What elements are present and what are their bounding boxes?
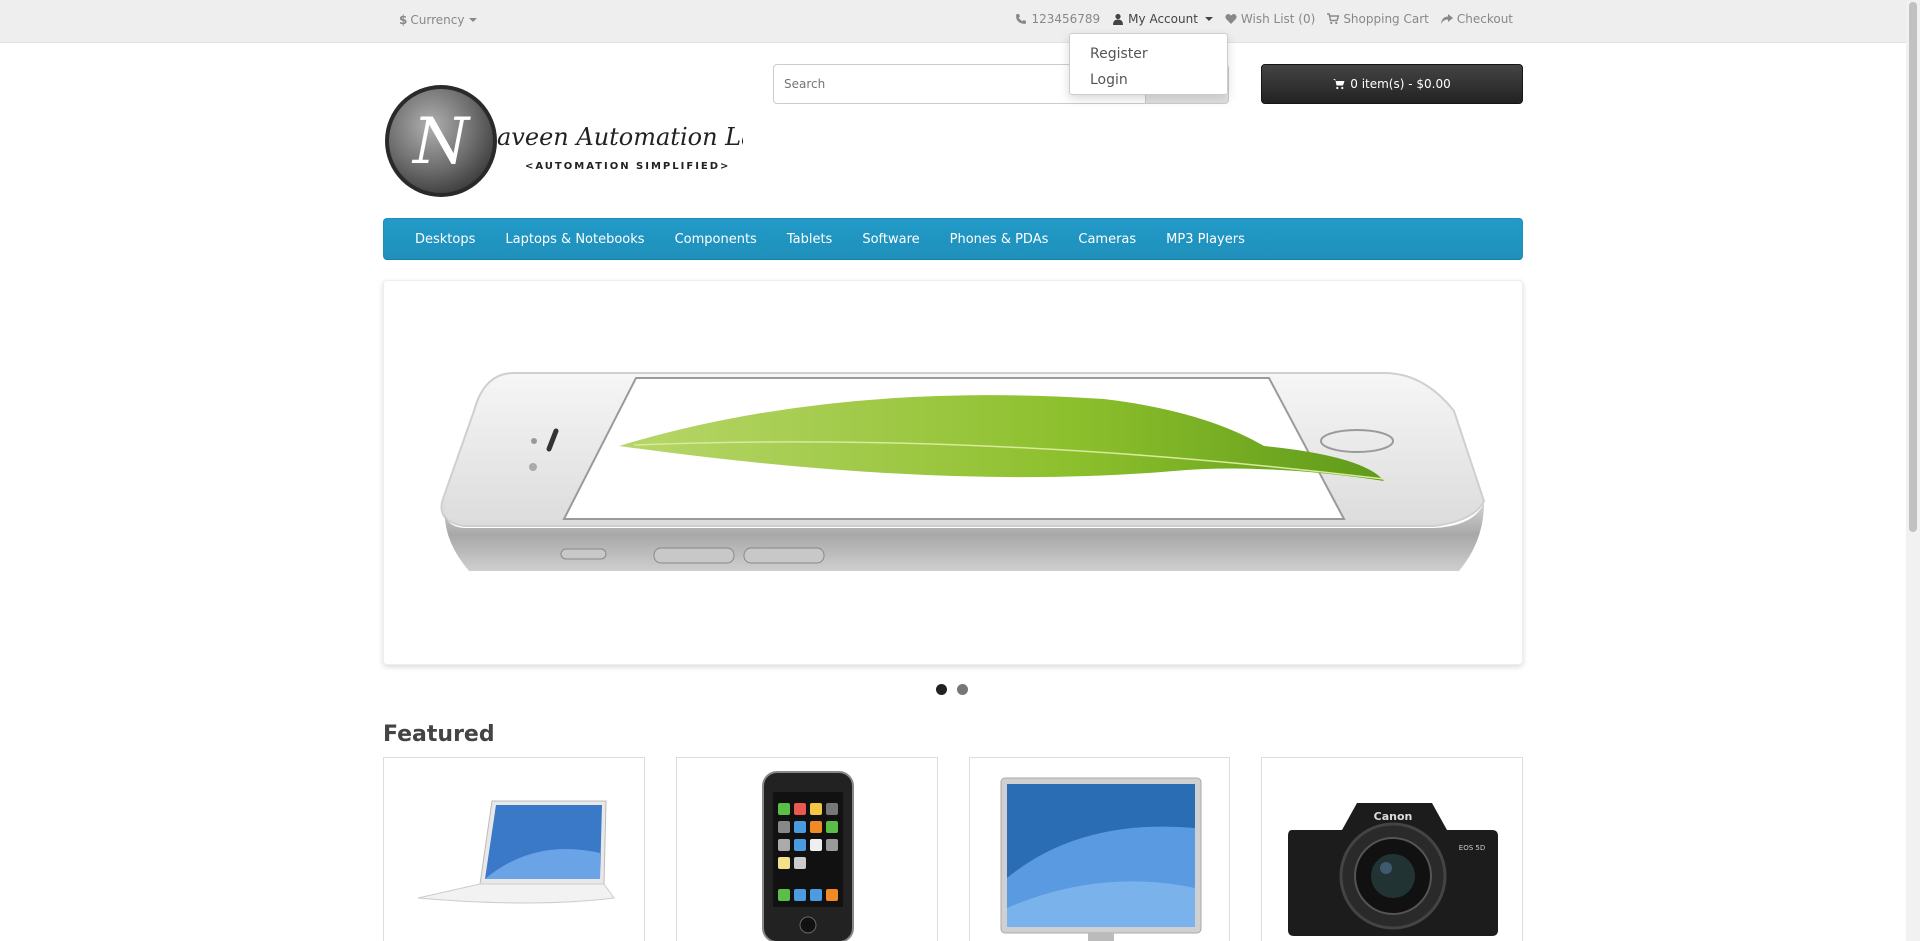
currency-dropdown[interactable]: $ Currency (399, 13, 478, 27)
chevron-down-icon (469, 18, 478, 22)
scrollbar-thumb[interactable] (1909, 2, 1917, 532)
menu-item-desktops[interactable]: Desktops (400, 232, 490, 247)
my-account-link[interactable]: My Account (1112, 12, 1213, 26)
register-link[interactable]: Register (1070, 41, 1227, 67)
chevron-down-icon (1204, 17, 1213, 21)
cart-icon (1327, 13, 1340, 25)
wish-list-label: Wish List (0) (1240, 12, 1316, 26)
camera-model-text: EOS 5D (1459, 844, 1485, 852)
menu-item-tablets[interactable]: Tablets (772, 232, 848, 247)
logo-tagline: <AUTOMATION SIMPLIFIED> (525, 161, 730, 172)
checkout-label: Checkout (1456, 12, 1513, 26)
top-bar: $ Currency 123456789 My Account Wish Lis… (0, 0, 1906, 43)
cart-icon (1333, 79, 1345, 90)
featured-heading: Featured (383, 722, 495, 747)
currency-symbol: $ (399, 13, 408, 27)
shopping-cart-link[interactable]: Shopping Cart (1327, 12, 1429, 26)
phone-link[interactable]: 123456789 (1015, 12, 1100, 26)
featured-products: Canon EOS 5D (383, 757, 1523, 941)
product-card-monitor[interactable] (968, 757, 1231, 941)
iphone-slide-image (440, 372, 1486, 571)
product-card-camera[interactable]: Canon EOS 5D (1261, 757, 1523, 941)
monitor-image (1000, 777, 1201, 941)
menu-item-components[interactable]: Components (660, 232, 772, 247)
slideshow-pagination (936, 684, 968, 695)
menu-item-phones[interactable]: Phones & PDAs (935, 232, 1064, 247)
share-icon (1440, 14, 1453, 24)
category-menu: Desktops Laptops & Notebooks Components … (383, 218, 1523, 260)
camera-brand-text: Canon (1374, 810, 1413, 823)
top-links: 123456789 My Account Wish List (0) Shopp… (1015, 12, 1513, 26)
menu-item-laptops[interactable]: Laptops & Notebooks (490, 232, 659, 247)
product-card-phone[interactable] (675, 757, 938, 941)
phone-image (761, 771, 854, 941)
page-scrollbar[interactable] (1906, 0, 1920, 941)
menu-item-software[interactable]: Software (847, 232, 934, 247)
heart-icon (1225, 14, 1237, 24)
checkout-link[interactable]: Checkout (1440, 12, 1513, 26)
laptop-image (417, 800, 615, 904)
camera-image: Canon EOS 5D (1288, 803, 1499, 936)
site-logo[interactable]: N aveen Automation Labs <AUTOMATION SIMP… (383, 83, 783, 200)
login-link[interactable]: Login (1070, 67, 1227, 93)
currency-label: Currency (410, 13, 465, 27)
account-dropdown-menu: Register Login (1069, 33, 1228, 95)
shopping-cart-label: Shopping Cart (1343, 12, 1429, 26)
cart-button[interactable]: 0 item(s) - $0.00 (1261, 64, 1523, 104)
menu-item-cameras[interactable]: Cameras (1063, 232, 1151, 247)
logo-graphic: N aveen Automation Labs <AUTOMATION SIMP… (385, 85, 783, 197)
top-bar-container: $ Currency 123456789 My Account Wish Lis… (383, 0, 1523, 43)
wish-list-link[interactable]: Wish List (0) (1225, 12, 1315, 26)
logo-initial: N (411, 105, 471, 179)
user-icon (1113, 13, 1124, 25)
slide-dot-1[interactable] (936, 684, 947, 695)
cart-total-label: 0 item(s) - $0.00 (1350, 77, 1451, 91)
my-account-label: My Account (1128, 12, 1198, 26)
phone-icon (1016, 14, 1027, 24)
logo-text: aveen Automation Labs (497, 123, 743, 151)
hero-slideshow[interactable] (383, 280, 1523, 665)
product-card-laptop[interactable] (383, 757, 645, 941)
menu-item-mp3[interactable]: MP3 Players (1151, 232, 1260, 247)
slide-dot-2[interactable] (957, 684, 968, 695)
phone-number: 123456789 (1031, 12, 1101, 26)
